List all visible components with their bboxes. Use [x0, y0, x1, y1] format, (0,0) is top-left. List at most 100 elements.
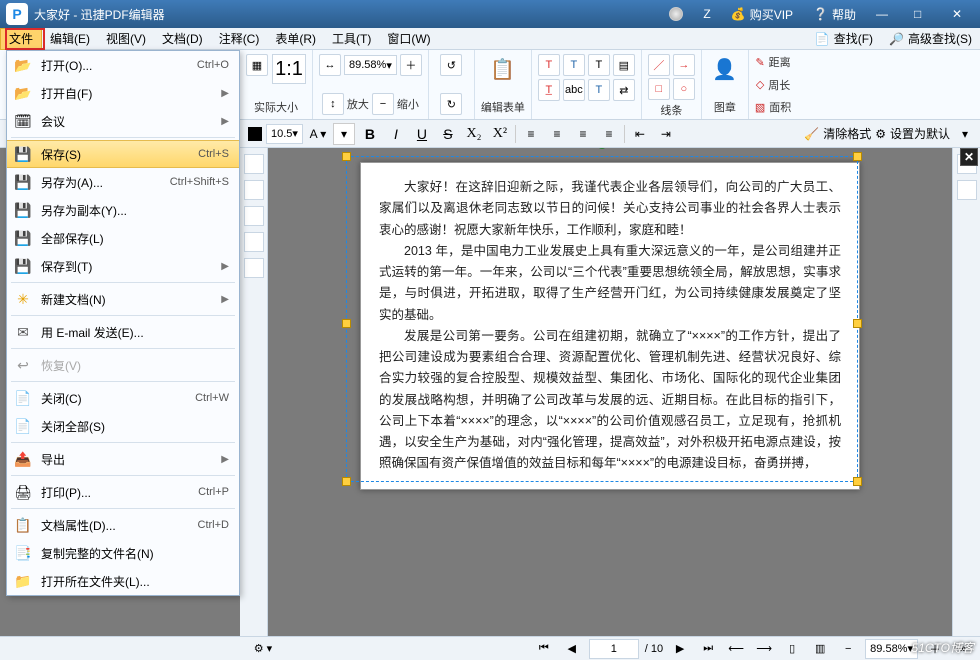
text-tool-7[interactable]: T — [588, 79, 610, 101]
menu-open-folder[interactable]: 打开所在文件夹(L)... — [7, 567, 239, 595]
view-cont[interactable]: ▥ — [809, 638, 831, 660]
fit-width-icon[interactable]: ↔ — [319, 54, 341, 76]
buy-vip-button[interactable]: 💰 购买VIP — [721, 0, 803, 28]
nav-fwd[interactable]: ⟶ — [753, 638, 775, 660]
menu-close[interactable]: 关闭(C)Ctrl+W — [7, 384, 239, 412]
menu-window[interactable]: 窗口(W) — [379, 28, 438, 50]
menu-session[interactable]: 会议▶ — [7, 107, 239, 135]
text-tool-8[interactable]: ⇄ — [613, 79, 635, 101]
rotate-right-icon[interactable]: ↻ — [440, 93, 462, 115]
indent-dec-button[interactable]: ⇤ — [629, 123, 651, 145]
vtool-5[interactable] — [244, 258, 264, 278]
actual-size-icon[interactable]: 1:1 — [272, 54, 306, 84]
vtool-2[interactable] — [244, 180, 264, 200]
menu-view[interactable]: 视图(V) — [98, 28, 154, 50]
subscript-button[interactable]: X₂ — [463, 123, 485, 145]
text-tool-5[interactable]: T̲ — [538, 79, 560, 101]
menu-new-doc[interactable]: 新建文档(N)▶ — [7, 285, 239, 313]
superscript-button[interactable]: X² — [489, 123, 511, 145]
area-label[interactable]: 面积 — [769, 99, 791, 115]
menu-document[interactable]: 文档(D) — [154, 28, 211, 50]
menu-save-copy[interactable]: 另存为副本(Y)... — [7, 196, 239, 224]
bold-button[interactable]: B — [359, 123, 381, 145]
line-tool-1[interactable]: ／ — [648, 54, 670, 76]
handle-se[interactable] — [853, 477, 862, 486]
font-color-icon[interactable] — [248, 127, 262, 141]
form-icon[interactable]: 📋 — [486, 54, 520, 84]
underline-button[interactable]: U — [411, 123, 433, 145]
menu-email[interactable]: 用 E-mail 发送(E)... — [7, 318, 239, 346]
vtool-3[interactable] — [244, 206, 264, 226]
text-tool-1[interactable]: T — [538, 54, 560, 76]
perimeter-label[interactable]: 周长 — [768, 77, 790, 93]
page-prev[interactable]: ◀ — [561, 638, 583, 660]
menu-copy-full[interactable]: 复制完整的文件名(N) — [7, 539, 239, 567]
close-tab-button[interactable]: ✕ — [960, 148, 978, 166]
rotate-left-icon[interactable]: ↺ — [440, 54, 462, 76]
line-tool-2[interactable]: → — [673, 54, 695, 76]
italic-button[interactable]: I — [385, 123, 407, 145]
menu-save-all[interactable]: 全部保存(L) — [7, 224, 239, 252]
fit-height-icon[interactable]: ↕ — [322, 93, 344, 115]
zoom-out-button[interactable]: − — [372, 93, 394, 115]
menu-form[interactable]: 表单(R) — [267, 28, 324, 50]
menu-save-as[interactable]: 另存为(A)...Ctrl+Shift+S — [7, 168, 239, 196]
toolbar-more[interactable]: ▾ — [954, 123, 976, 145]
page-input[interactable]: 1 — [589, 639, 639, 659]
menu-file[interactable]: 文件 — [0, 28, 42, 50]
menu-save[interactable]: 保存(S)Ctrl+S — [7, 140, 239, 168]
vtool-1[interactable] — [244, 154, 264, 174]
align-center-button[interactable]: ≡ — [546, 123, 568, 145]
strike-button[interactable]: S — [437, 123, 459, 145]
text-tool-6[interactable]: abc — [563, 79, 585, 101]
page-last[interactable]: ⏭ — [697, 638, 719, 660]
text-tool-3[interactable]: T — [588, 54, 610, 76]
stamp-icon[interactable]: 👤 — [708, 54, 742, 84]
status-zoom-select[interactable]: 89.58% ▾ — [865, 639, 918, 659]
globe-icon[interactable] — [659, 0, 693, 28]
status-zoom-out[interactable]: − — [837, 638, 859, 660]
menu-edit[interactable]: 编辑(E) — [42, 28, 98, 50]
vtool-4[interactable] — [244, 232, 264, 252]
highlight-button[interactable]: ▾ — [333, 123, 355, 145]
view-single[interactable]: ▯ — [781, 638, 803, 660]
menu-properties[interactable]: 文档属性(D)...Ctrl+D — [7, 511, 239, 539]
menu-comment[interactable]: 注释(C) — [211, 28, 268, 50]
text-selection-frame[interactable] — [346, 156, 858, 482]
page-next[interactable]: ▶ — [669, 638, 691, 660]
nav-back[interactable]: ⟵ — [725, 638, 747, 660]
maximize-button[interactable]: □ — [904, 0, 942, 28]
zoom-select[interactable]: 89.58% ▾ — [344, 55, 397, 75]
handle-ne[interactable] — [853, 152, 862, 161]
rotate-handle[interactable] — [597, 148, 607, 149]
help-button[interactable]: ❔ 帮助 — [803, 0, 866, 28]
shape-tool-2[interactable]: ○ — [673, 78, 695, 100]
menu-tool[interactable]: 工具(T) — [324, 28, 379, 50]
menu-open-from[interactable]: 打开自(F)▶ — [7, 79, 239, 107]
page-first[interactable]: ⏮ — [533, 638, 555, 660]
text-tool-2[interactable]: T — [563, 54, 585, 76]
font-color-button[interactable]: A ▾ — [307, 123, 329, 145]
menu-export[interactable]: 导出▶ — [7, 445, 239, 473]
handle-w[interactable] — [342, 319, 351, 328]
align-justify-button[interactable]: ≡ — [598, 123, 620, 145]
menu-print[interactable]: 打印(P)...Ctrl+P — [7, 478, 239, 506]
rvtool-2[interactable] — [957, 180, 977, 200]
distance-label[interactable]: 距离 — [769, 54, 791, 70]
clear-format-button[interactable]: 🧹 清除格式 — [804, 125, 871, 142]
menu-close-all[interactable]: 关闭全部(S) — [7, 412, 239, 440]
close-window-button[interactable]: ✕ — [942, 0, 980, 28]
menu-open[interactable]: 打开(O)...Ctrl+O — [7, 51, 239, 79]
search-button[interactable]: 📄 查找(F) — [807, 30, 881, 47]
align-right-button[interactable]: ≡ — [572, 123, 594, 145]
thumb-toggle[interactable]: ▦ — [246, 54, 268, 76]
align-left-button[interactable]: ≡ — [520, 123, 542, 145]
handle-sw[interactable] — [342, 477, 351, 486]
user-label[interactable]: Z — [693, 0, 720, 28]
text-tool-4[interactable]: ▤ — [613, 54, 635, 76]
font-size-select[interactable]: 10.5 ▾ — [266, 124, 303, 144]
adv-search-button[interactable]: 🔎 高级查找(S) — [881, 30, 980, 47]
shape-tool-1[interactable]: □ — [648, 78, 670, 100]
zoom-in-button[interactable]: ＋ — [400, 54, 422, 76]
status-options[interactable]: ⚙ ▾ — [252, 638, 274, 660]
